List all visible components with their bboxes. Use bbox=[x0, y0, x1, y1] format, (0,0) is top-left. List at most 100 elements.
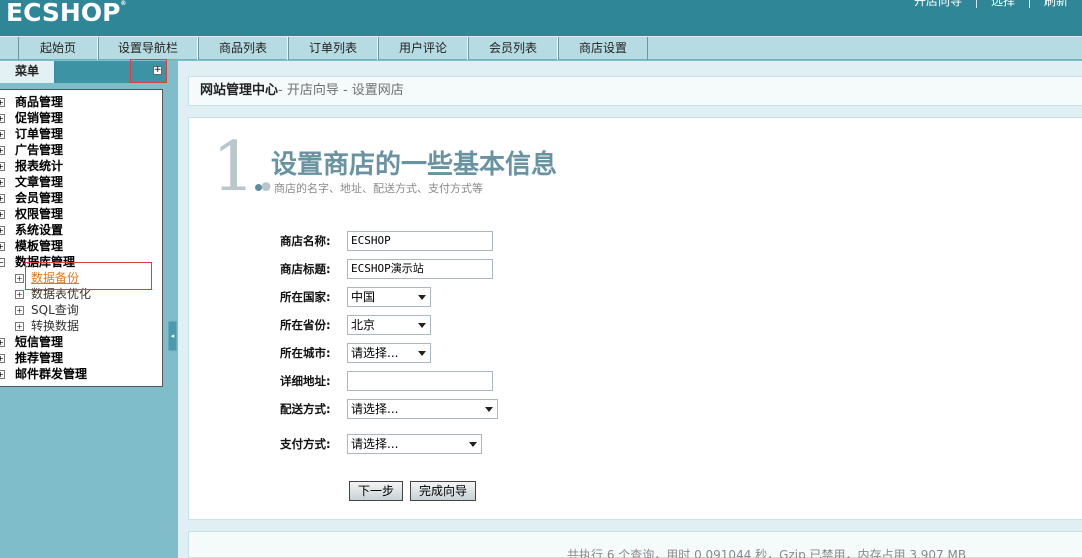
expand-icon[interactable]: + bbox=[0, 114, 5, 123]
sidebar-item-label[interactable]: 模板管理 bbox=[15, 238, 63, 254]
expand-icon[interactable]: + bbox=[15, 274, 24, 283]
highlight-box-expand bbox=[130, 59, 167, 83]
tab-nav-settings[interactable]: 设置导航栏 bbox=[98, 37, 198, 60]
footer-stats: 共执行 6 个查询，用时 0.091044 秒，Gzip 已禁用，内存占用 3.… bbox=[567, 548, 967, 558]
payment-row: 支付方式: 请选择... bbox=[280, 433, 482, 455]
sidebar-item-label[interactable]: 广告管理 bbox=[15, 142, 63, 158]
step-number: 1. bbox=[212, 128, 277, 207]
top-links: 开店向导 选择 刷新 bbox=[900, 0, 1082, 8]
expand-icon[interactable]: + bbox=[15, 322, 24, 331]
sidebar-item-label[interactable]: 短信管理 bbox=[15, 334, 63, 350]
top-link-wizard[interactable]: 开店向导 bbox=[900, 0, 976, 8]
expand-icon[interactable]: + bbox=[0, 98, 5, 107]
sidebar-item[interactable]: + 订单管理 bbox=[0, 126, 162, 142]
breadcrumb-trail: - 开店向导 - 设置网店 bbox=[278, 83, 404, 98]
tab-start-page[interactable]: 起始页 bbox=[18, 37, 98, 60]
expand-icon[interactable]: + bbox=[0, 178, 5, 187]
step-title: 设置商店的一些基本信息 bbox=[271, 150, 558, 180]
sidebar-item-label[interactable]: 文章管理 bbox=[15, 174, 63, 190]
sidebar-item[interactable]: + 报表统计 bbox=[0, 158, 162, 174]
expand-icon[interactable]: + bbox=[0, 226, 5, 235]
expand-icon[interactable]: + bbox=[0, 162, 5, 171]
tab-member-list[interactable]: 会员列表 bbox=[468, 37, 558, 60]
sidebar-item-label[interactable]: 权限管理 bbox=[15, 206, 63, 222]
nav-bar: 起始页 设置导航栏 商品列表 订单列表 用户评论 会员列表 商店设置 bbox=[0, 36, 1082, 60]
shop-name-row: 商店名称: ECSHOP bbox=[280, 230, 493, 252]
sidebar-subitem[interactable]: + SQL查询 bbox=[0, 302, 162, 318]
shop-name-label: 商店名称: bbox=[280, 234, 331, 248]
expand-icon[interactable]: + bbox=[0, 194, 5, 203]
expand-icon[interactable]: + bbox=[0, 130, 5, 139]
sidebar-item-label[interactable]: 邮件群发管理 bbox=[15, 366, 87, 382]
payment-label: 支付方式: bbox=[280, 437, 331, 451]
sidebar-item[interactable]: + 模板管理 bbox=[0, 238, 162, 254]
chevron-down-icon bbox=[418, 295, 426, 300]
shop-name-input[interactable]: ECSHOP bbox=[347, 231, 493, 251]
city-label: 所在城市: bbox=[280, 346, 331, 360]
country-select[interactable]: 中国 bbox=[347, 287, 431, 307]
chevron-down-icon bbox=[418, 351, 426, 356]
sidebar-item-label[interactable]: 会员管理 bbox=[15, 190, 63, 206]
tab-shop-settings[interactable]: 商店设置 bbox=[558, 37, 648, 60]
expand-icon[interactable]: + bbox=[0, 210, 5, 219]
sidebar-item-label[interactable]: 商品管理 bbox=[15, 94, 63, 110]
shipping-label: 配送方式: bbox=[280, 402, 331, 416]
address-row: 详细地址: bbox=[280, 370, 493, 392]
step-dot bbox=[255, 184, 262, 191]
expand-icon[interactable]: + bbox=[0, 354, 5, 363]
sidebar-item-label[interactable]: 订单管理 bbox=[15, 126, 63, 142]
next-step-button[interactable]: 下一步 bbox=[349, 481, 403, 501]
sidebar-title[interactable]: 菜单 bbox=[0, 61, 56, 83]
finish-wizard-button[interactable]: 完成向导 bbox=[410, 481, 476, 501]
sidebar-item[interactable]: + 短信管理 bbox=[0, 334, 162, 350]
city-row: 所在城市: 请选择... bbox=[280, 342, 431, 364]
province-select[interactable]: 北京 bbox=[347, 315, 431, 335]
shop-title-row: 商店标题: ECSHOP演示站 bbox=[280, 258, 493, 280]
highlight-box-backup bbox=[25, 262, 152, 290]
top-link-select[interactable]: 选择 bbox=[975, 0, 1029, 8]
city-select[interactable]: 请选择... bbox=[347, 343, 431, 363]
expand-icon[interactable]: + bbox=[0, 146, 5, 155]
sidebar-item[interactable]: + 系统设置 bbox=[0, 222, 162, 238]
top-header: ECSHOP® 开店向导 选择 刷新 bbox=[0, 0, 1082, 36]
sidebar-menu: + 商品管理 + 促销管理 + 订单管理 + 广告管理 + 报表统计 + 文章管理 + 会员管理 + 权限管理… bbox=[0, 89, 163, 387]
expand-icon[interactable]: + bbox=[15, 306, 24, 315]
tab-order-list[interactable]: 订单列表 bbox=[288, 37, 378, 60]
sidebar-item-label[interactable]: 推荐管理 bbox=[15, 350, 63, 366]
sidebar-item-label[interactable]: 报表统计 bbox=[15, 158, 63, 174]
expand-icon[interactable]: + bbox=[15, 290, 24, 299]
sidebar-item[interactable]: + 会员管理 bbox=[0, 190, 162, 206]
sidebar-item[interactable]: + 广告管理 bbox=[0, 142, 162, 158]
sidebar-item[interactable]: + 推荐管理 bbox=[0, 350, 162, 366]
province-row: 所在省份: 北京 bbox=[280, 314, 431, 336]
breadcrumb-root[interactable]: 网站管理中心 bbox=[200, 83, 278, 98]
chevron-down-icon bbox=[418, 323, 426, 328]
sidebar-item-label[interactable]: SQL查询 bbox=[31, 302, 79, 318]
top-link-refresh[interactable]: 刷新 bbox=[1028, 0, 1082, 8]
tab-product-list[interactable]: 商品列表 bbox=[198, 37, 288, 60]
shipping-select[interactable]: 请选择... bbox=[347, 399, 498, 419]
breadcrumb: 网站管理中心- 开店向导 - 设置网店 bbox=[188, 76, 1082, 106]
expand-icon[interactable]: + bbox=[0, 338, 5, 347]
sidebar-item[interactable]: + 权限管理 bbox=[0, 206, 162, 222]
province-label: 所在省份: bbox=[280, 318, 331, 332]
country-label: 所在国家: bbox=[280, 290, 331, 304]
sidebar-item-label[interactable]: 促销管理 bbox=[15, 110, 63, 126]
sidebar-item[interactable]: + 文章管理 bbox=[0, 174, 162, 190]
sidebar-item[interactable]: + 促销管理 bbox=[0, 110, 162, 126]
expand-icon[interactable]: + bbox=[0, 242, 5, 251]
shipping-row: 配送方式: 请选择... bbox=[280, 398, 498, 420]
tab-user-comments[interactable]: 用户评论 bbox=[378, 37, 468, 60]
sidebar-item[interactable]: + 商品管理 bbox=[0, 94, 162, 110]
sidebar-item[interactable]: + 邮件群发管理 bbox=[0, 366, 162, 382]
address-input[interactable] bbox=[347, 371, 493, 391]
sidebar-item-label[interactable]: 系统设置 bbox=[15, 222, 63, 238]
collapse-icon[interactable]: − bbox=[0, 258, 5, 267]
payment-select[interactable]: 请选择... bbox=[347, 434, 482, 454]
sidebar-item-label[interactable]: 转换数据 bbox=[31, 318, 79, 334]
expand-icon[interactable]: + bbox=[0, 370, 5, 379]
ecshop-logo[interactable]: ECSHOP® bbox=[6, 0, 126, 27]
sidebar-subitem[interactable]: + 转换数据 bbox=[0, 318, 162, 334]
collapse-sidebar-handle[interactable]: ◂ bbox=[168, 321, 177, 351]
shop-title-input[interactable]: ECSHOP演示站 bbox=[347, 259, 493, 279]
